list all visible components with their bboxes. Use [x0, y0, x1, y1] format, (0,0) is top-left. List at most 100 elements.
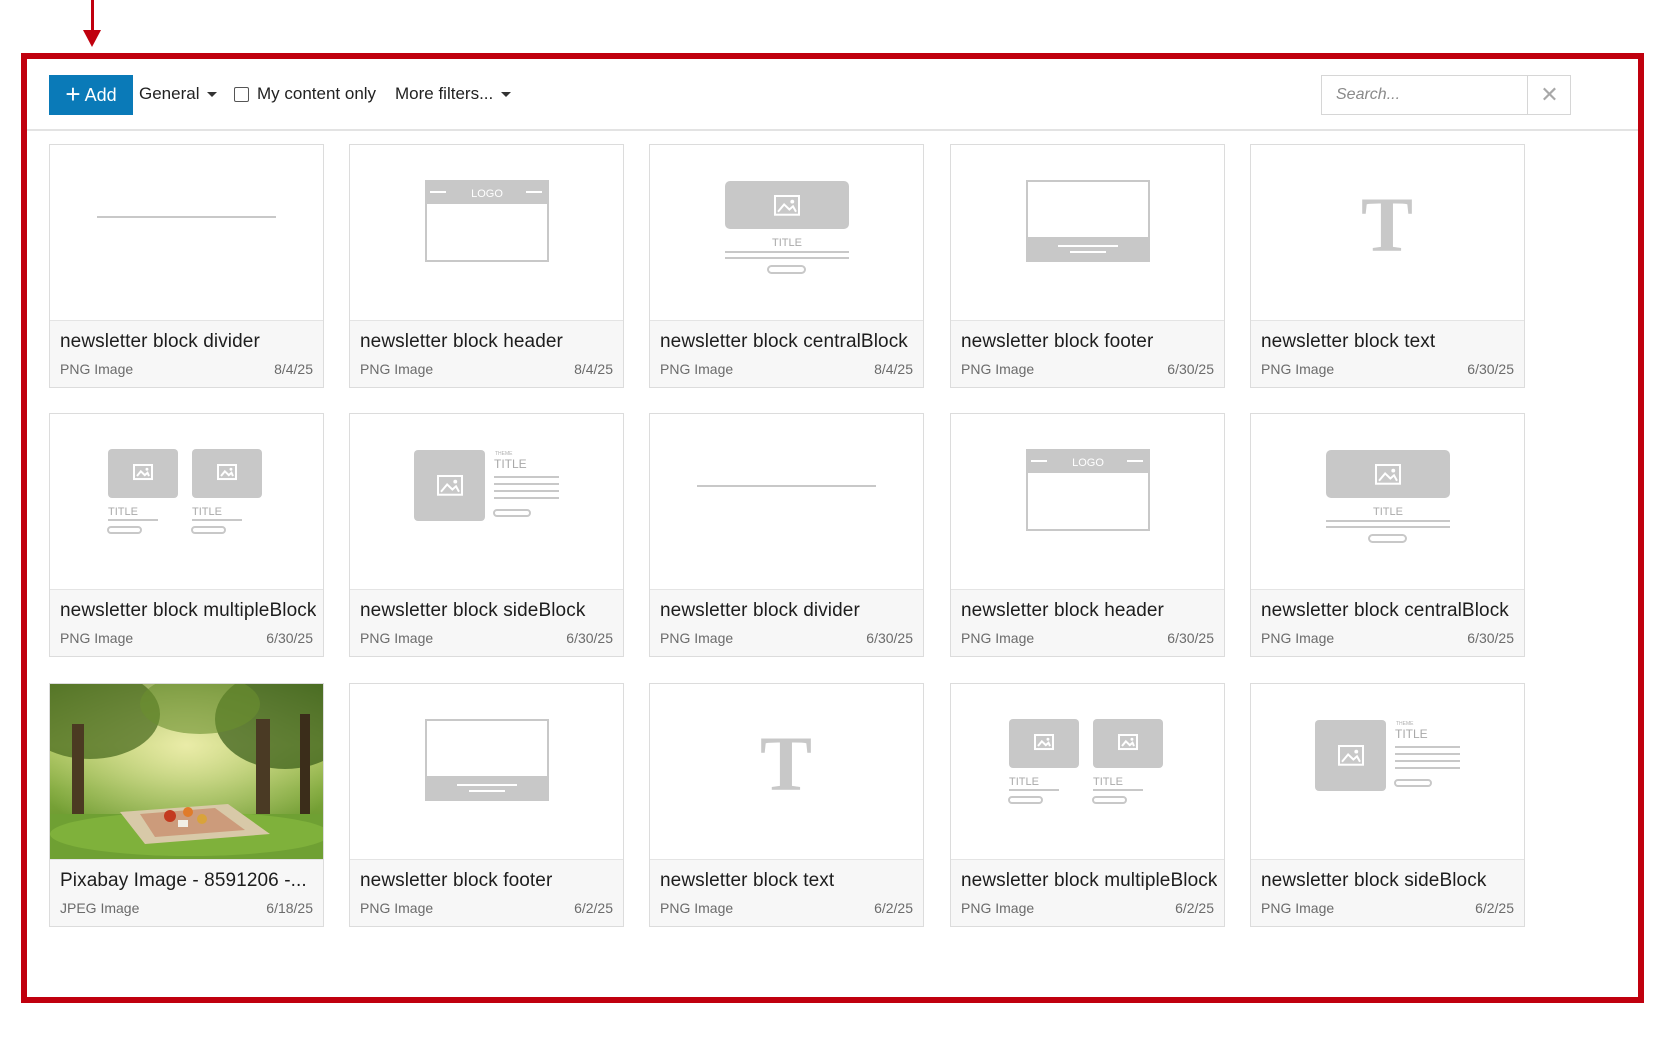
media-card-type: PNG Image [60, 361, 134, 377]
close-icon: ✕ [1540, 82, 1559, 107]
media-card-info: newsletter block header PNG Image 6/30/2… [951, 590, 1224, 656]
media-card-date: 8/4/25 [274, 361, 313, 377]
media-card-title: newsletter block sideBlock [360, 600, 586, 621]
media-card-type: PNG Image [660, 630, 734, 646]
my-content-only-checkbox[interactable] [234, 86, 249, 102]
media-card-thumbnail[interactable]: TITLE TITLE [951, 684, 1224, 860]
media-card[interactable]: TITLE TITLE newsletter block multipleBlo… [950, 683, 1225, 927]
thumbnail-graphic: TITLE TITLE [1008, 719, 1163, 804]
svg-text:TITLE: TITLE [1373, 506, 1403, 518]
svg-text:TITLE: TITLE [494, 457, 527, 471]
media-card[interactable]: newsletter block divider PNG Image 8/4/2… [49, 144, 324, 388]
thumbnail-graphic: THEME TITLE [414, 450, 559, 521]
caret-down-icon [501, 91, 512, 97]
more-filters-label: More filters... [395, 84, 494, 103]
svg-text:TITLE: TITLE [108, 506, 138, 518]
media-card-title: newsletter block header [360, 331, 563, 352]
media-card-title: newsletter block header [961, 600, 1164, 621]
media-card-info: newsletter block multipleBlock PNG Image… [951, 860, 1224, 926]
media-card-title: newsletter block footer [360, 870, 553, 891]
media-card-info: newsletter block divider PNG Image 8/4/2… [50, 321, 323, 387]
media-card[interactable]: newsletter block footer PNG Image 6/2/25 [349, 683, 624, 927]
media-card[interactable]: Pixabay Image - 8591206 -... JPEG Image … [49, 683, 324, 927]
svg-text:TITLE: TITLE [1009, 776, 1039, 788]
media-card-type: JPEG Image [60, 900, 140, 916]
media-card-type: PNG Image [360, 361, 434, 377]
add-button-label: Add [84, 84, 117, 105]
media-card-type: PNG Image [1261, 900, 1335, 916]
media-card-info: newsletter block header PNG Image 8/4/25 [350, 321, 623, 387]
media-card[interactable]: THEME TITLE newsletter block sideBlock P… [1250, 683, 1525, 927]
media-card-thumbnail[interactable] [50, 145, 323, 321]
thumbnail-graphic: LOGO [425, 180, 549, 262]
search-input[interactable] [1322, 76, 1527, 114]
media-card-date: 8/4/25 [874, 361, 913, 377]
caret-down-icon [207, 91, 218, 97]
more-filters-dropdown[interactable]: More filters... [395, 84, 512, 104]
media-card-title: newsletter block text [660, 870, 835, 891]
media-card-thumbnail[interactable] [650, 414, 923, 590]
media-card-type: PNG Image [961, 630, 1035, 646]
my-content-only-label: My content only [257, 84, 377, 103]
clear-search-button[interactable]: ✕ [1527, 76, 1571, 114]
media-card-thumbnail[interactable] [350, 684, 623, 860]
media-card[interactable]: T newsletter block text PNG Image 6/2/25 [649, 683, 924, 927]
media-card-title: newsletter block divider [660, 600, 860, 621]
media-card[interactable]: TITLE newsletter block centralBlock PNG … [1250, 413, 1525, 657]
media-card[interactable]: LOGO newsletter block header PNG Image 6… [950, 413, 1225, 657]
category-dropdown[interactable]: General [139, 84, 218, 104]
media-library-panel: + Add General My content only More filte… [21, 53, 1644, 1003]
media-card-thumbnail[interactable]: THEME TITLE [350, 414, 623, 590]
thumbnail-graphic: LOGO [1026, 449, 1150, 531]
media-card-type: PNG Image [360, 900, 434, 916]
plus-icon: + [65, 79, 81, 109]
media-card-type: PNG Image [961, 361, 1035, 377]
media-card-info: newsletter block sideBlock PNG Image 6/2… [1251, 860, 1524, 926]
media-card-info: newsletter block text PNG Image 6/2/25 [650, 860, 923, 926]
media-card-info: newsletter block multipleBlock PNG Image… [50, 590, 323, 656]
media-card-date: 6/30/25 [866, 630, 913, 646]
add-button[interactable]: + Add [49, 75, 133, 115]
media-card-type: PNG Image [660, 900, 734, 916]
thumbnail-graphic: TITLE [1326, 450, 1450, 543]
media-card[interactable]: TITLE newsletter block centralBlock PNG … [649, 144, 924, 388]
media-card-thumbnail[interactable]: LOGO [350, 145, 623, 321]
thumbnail-graphic [1026, 180, 1150, 262]
media-card-thumbnail[interactable]: THEME TITLE [1251, 684, 1524, 860]
media-card-date: 6/18/25 [266, 900, 313, 916]
media-card[interactable]: newsletter block divider PNG Image 6/30/… [649, 413, 924, 657]
media-card-thumbnail[interactable]: TITLE [650, 145, 923, 321]
thumbnail-graphic: T [760, 720, 812, 807]
media-card[interactable]: newsletter block footer PNG Image 6/30/2… [950, 144, 1225, 388]
media-card[interactable]: THEME TITLE newsletter block sideBlock P… [349, 413, 624, 657]
media-card-type: PNG Image [1261, 630, 1335, 646]
thumbnail-graphic: TITLE [725, 181, 849, 274]
thumbnail-graphic [697, 485, 876, 487]
media-card-thumbnail[interactable]: LOGO [951, 414, 1224, 590]
media-card-info: newsletter block centralBlock PNG Image … [650, 321, 923, 387]
annotation-arrow-head [83, 30, 101, 47]
media-card-title: newsletter block divider [60, 331, 260, 352]
media-card-title: newsletter block sideBlock [1261, 870, 1487, 891]
media-card-thumbnail[interactable] [50, 684, 323, 860]
media-card-title: newsletter block text [1261, 331, 1436, 352]
media-card[interactable]: TITLE TITLE newsletter block multipleBlo… [49, 413, 324, 657]
media-card-title: newsletter block centralBlock [660, 331, 908, 352]
media-card-date: 8/4/25 [574, 361, 613, 377]
svg-text:TITLE: TITLE [1093, 776, 1123, 788]
media-card-info: newsletter block centralBlock PNG Image … [1251, 590, 1524, 656]
svg-text:TITLE: TITLE [1395, 727, 1428, 741]
media-card-thumbnail[interactable] [951, 145, 1224, 321]
media-card-thumbnail[interactable]: TITLE [1251, 414, 1524, 590]
media-card-thumbnail[interactable]: T [650, 684, 923, 860]
media-card-info: newsletter block sideBlock PNG Image 6/3… [350, 590, 623, 656]
thumbnail-graphic [50, 684, 323, 859]
media-card-info: Pixabay Image - 8591206 -... JPEG Image … [50, 860, 323, 926]
media-card-thumbnail[interactable]: TITLE TITLE [50, 414, 323, 590]
media-card[interactable]: LOGO newsletter block header PNG Image 8… [349, 144, 624, 388]
my-content-only-toggle[interactable]: My content only [234, 84, 376, 104]
media-card-info: newsletter block footer PNG Image 6/30/2… [951, 321, 1224, 387]
media-card-thumbnail[interactable]: T [1251, 145, 1524, 321]
media-card-title: newsletter block multipleBlock [961, 870, 1217, 891]
media-card[interactable]: T newsletter block text PNG Image 6/30/2… [1250, 144, 1525, 388]
